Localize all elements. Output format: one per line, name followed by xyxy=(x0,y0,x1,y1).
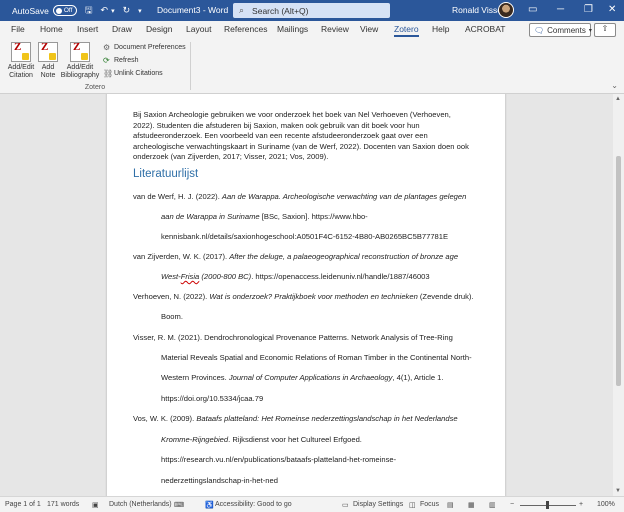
scroll-down-icon[interactable]: ▼ xyxy=(615,488,621,494)
chevron-down-icon: ▾ xyxy=(588,27,592,34)
accessibility-status[interactable]: Accessibility: Good to go xyxy=(215,501,292,508)
unlink-icon: ⛓ xyxy=(103,69,114,78)
vertical-scrollbar[interactable]: ▲ ▼ xyxy=(613,94,624,496)
scrollbar-thumb[interactable] xyxy=(616,156,621,386)
reference-line[interactable]: Verhoeven, N. (2022). Wat is onderzoek? … xyxy=(133,292,474,301)
tab-layout[interactable]: Layout xyxy=(186,24,212,34)
text-predictions-icon[interactable]: ⌨ xyxy=(174,501,184,509)
add-edit-bibliography-button[interactable]: Add/Edit Bibliography xyxy=(60,42,100,80)
zoom-level[interactable]: 100% xyxy=(597,501,615,508)
tab-home[interactable]: Home xyxy=(40,24,63,34)
search-input[interactable]: ⌕ Search (Alt+Q) xyxy=(233,3,390,18)
reference-line[interactable]: van Zijverden, W. K. (2017). After the d… xyxy=(133,252,458,261)
add-edit-citation-button[interactable]: Add/Edit Citation xyxy=(5,42,37,80)
word-count[interactable]: 171 words xyxy=(47,501,79,508)
reference-line[interactable]: https://research.vu.nl/en/publications/b… xyxy=(161,455,396,464)
minimize-icon[interactable]: ─ xyxy=(557,4,564,15)
reference-line[interactable]: aan de Warappa in Suriname [BSc, Saxion]… xyxy=(161,212,368,221)
redo-icon[interactable]: ↻ xyxy=(123,5,131,16)
restore-icon[interactable]: ❐ xyxy=(584,4,593,15)
zotero-citation-icon xyxy=(11,42,31,62)
reference-line[interactable]: van de Werf, H. J. (2022). Aan de Warapp… xyxy=(133,192,466,201)
document-preferences-button[interactable]: ⚙ Document Preferences xyxy=(103,41,186,54)
tab-draw[interactable]: Draw xyxy=(112,24,132,34)
reference-line[interactable]: Boom. xyxy=(161,312,183,321)
tab-design[interactable]: Design xyxy=(146,24,172,34)
reference-line[interactable]: Visser, R. M. (2021). Dendrochronologica… xyxy=(133,333,453,342)
tab-file[interactable]: File xyxy=(11,24,25,34)
display-settings-icon: ▭ xyxy=(342,502,349,509)
share-button[interactable]: ⇧ xyxy=(594,23,616,37)
share-icon: ⇧ xyxy=(601,24,609,33)
body-paragraph[interactable]: Bij Saxion Archeologie gebruiken we voor… xyxy=(133,110,483,163)
zoom-out-icon[interactable]: − xyxy=(510,501,514,508)
page-count[interactable]: Page 1 of 1 xyxy=(5,501,41,508)
read-mode-icon[interactable]: ▤ xyxy=(447,501,454,509)
refresh-button[interactable]: ⟳ Refresh xyxy=(103,54,186,67)
autosave-toggle[interactable]: Off xyxy=(52,5,77,16)
avatar[interactable] xyxy=(498,2,514,18)
comment-icon: 🗨 xyxy=(534,25,545,35)
ribbon-divider xyxy=(190,42,191,90)
gear-icon: ⚙ xyxy=(103,43,111,52)
zotero-bibliography-icon xyxy=(70,42,90,62)
ribbon-display-options-icon[interactable]: ▭ xyxy=(528,4,537,15)
customize-toolbar-icon[interactable]: ▾ xyxy=(138,7,142,15)
ribbon-zotero: Add/Edit Citation Add Note Add/Edit Bibl… xyxy=(0,38,624,94)
ribbon-tabs: File Home Insert Draw Design Layout Refe… xyxy=(0,21,624,38)
search-icon: ⌕ xyxy=(239,5,245,15)
collapse-ribbon-icon[interactable]: ⌄ xyxy=(611,81,618,90)
close-icon[interactable]: ✕ xyxy=(608,4,616,15)
reference-line[interactable]: Vos, W. K. (2009). Bataafs platteland: H… xyxy=(133,414,458,423)
web-layout-icon[interactable]: ▥ xyxy=(489,501,496,509)
zotero-note-icon xyxy=(38,42,58,62)
tab-zotero[interactable]: Zotero xyxy=(394,24,419,37)
reference-line[interactable]: kennisbank.nl/details/saxionhogeschool:A… xyxy=(161,232,448,241)
document-title: Document3 - Word xyxy=(157,5,229,15)
add-note-button[interactable]: Add Note xyxy=(37,42,59,80)
unlink-citations-button[interactable]: ⛓ Unlink Citations xyxy=(103,67,186,80)
language-indicator[interactable]: Dutch (Netherlands) xyxy=(109,501,172,508)
tab-mailings[interactable]: Mailings xyxy=(277,24,308,34)
focus-button[interactable]: Focus xyxy=(420,501,439,508)
tab-review[interactable]: Review xyxy=(321,24,349,34)
reference-line[interactable]: Kromme-Rijngebied. Rijksdienst voor het … xyxy=(161,435,362,444)
tab-help[interactable]: Help xyxy=(432,24,449,34)
reference-line[interactable]: West-Frisia (2000-800 BC). https://opena… xyxy=(161,272,430,281)
document-canvas[interactable]: Bij Saxion Archeologie gebruiken we voor… xyxy=(0,94,613,496)
autosave-label: AutoSave xyxy=(12,5,49,16)
print-layout-icon[interactable]: ▦ xyxy=(468,501,475,509)
refresh-icon: ⟳ xyxy=(103,56,110,65)
reference-line[interactable]: Material Reveals Spatial and Economic Re… xyxy=(161,353,472,362)
focus-icon: ◫ xyxy=(409,502,416,509)
proofing-icon[interactable]: ▣ xyxy=(92,501,99,509)
undo-icon[interactable]: ↶ xyxy=(101,5,109,16)
tab-view[interactable]: View xyxy=(360,24,378,34)
reference-line[interactable]: nederzettingslandschap-in-het-ned xyxy=(161,476,278,485)
ribbon-group-label: Zotero xyxy=(84,84,106,91)
status-bar: Page 1 of 1 171 words ▣ Dutch (Netherlan… xyxy=(0,496,624,512)
undo-dropdown-icon[interactable]: ▾ xyxy=(111,7,115,15)
tab-references[interactable]: References xyxy=(224,24,267,34)
accessibility-icon: ♿ xyxy=(205,502,214,509)
display-settings-button[interactable]: Display Settings xyxy=(353,501,403,508)
save-icon[interactable]: 🖫 xyxy=(85,3,93,19)
document-page[interactable]: Bij Saxion Archeologie gebruiken we voor… xyxy=(107,94,505,496)
user-name[interactable]: Ronald Visser xyxy=(452,5,505,15)
bibliography-heading[interactable]: Literatuurlijst xyxy=(133,168,198,180)
reference-line[interactable]: https://doi.org/10.5334/jcaa.79 xyxy=(161,394,263,403)
zoom-in-icon[interactable]: + xyxy=(579,501,583,508)
zoom-slider-thumb[interactable] xyxy=(546,501,549,509)
spelling-error[interactable]: Frisia xyxy=(181,272,200,281)
tab-insert[interactable]: Insert xyxy=(77,24,98,34)
title-bar: AutoSave Off 🖫 ↶ ▾ ↻ ▾ Document3 - Word … xyxy=(0,0,624,21)
reference-line[interactable]: Western Provinces. Journal of Computer A… xyxy=(161,373,444,382)
scroll-up-icon[interactable]: ▲ xyxy=(615,96,621,102)
tab-acrobat[interactable]: ACROBAT xyxy=(465,24,505,34)
comments-button[interactable]: 🗨 Comments ▾ xyxy=(529,23,592,37)
